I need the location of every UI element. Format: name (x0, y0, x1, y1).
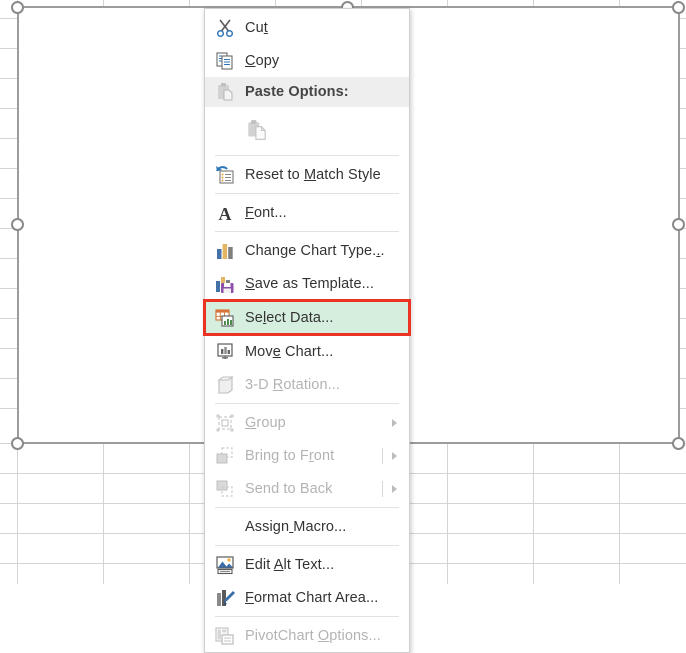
chevron-right-icon (392, 484, 397, 493)
paste-keep-source-icon[interactable] (245, 118, 275, 142)
resize-handle-top-right[interactable] (672, 1, 685, 14)
submenu-divider (382, 447, 383, 464)
svg-text:A: A (219, 204, 232, 224)
menu-separator (215, 545, 399, 546)
menu-separator (215, 616, 399, 617)
menu-item-label: Send to Back (245, 480, 333, 497)
group-icon (205, 406, 245, 439)
menu-item-label: Group (245, 414, 286, 431)
resize-handle-top-left[interactable] (11, 1, 24, 14)
chart-context-menu[interactable]: Cut Copy Paste Options: Reset to Match S… (203, 8, 411, 653)
resize-handle-bottom-left[interactable] (11, 437, 24, 450)
chevron-right-icon (392, 418, 397, 427)
menu-header-label: Paste Options: (245, 84, 349, 100)
copy-icon (205, 44, 245, 77)
menu-item-copy[interactable]: Copy (205, 44, 409, 77)
save-template-icon (205, 267, 245, 300)
menu-item-label: 3-D Rotation... (245, 376, 340, 393)
menu-item-label: Copy (245, 52, 280, 69)
chart-type-icon (205, 234, 245, 267)
menu-item-label: Format Chart Area... (245, 589, 379, 606)
paste-options-gallery[interactable] (205, 107, 409, 153)
menu-item-label: Save as Template... (245, 275, 374, 292)
menu-separator (215, 193, 399, 194)
pivotchart-icon (205, 619, 245, 652)
menu-separator (215, 231, 399, 232)
bring-front-icon (205, 439, 245, 472)
menu-item-select-data[interactable]: Select Data... (203, 299, 411, 336)
menu-separator (215, 155, 399, 156)
send-back-icon (205, 472, 245, 505)
menu-item-label: Font... (245, 204, 287, 221)
menu-item-label: Select Data... (245, 309, 334, 326)
menu-item-edit-alt-text[interactable]: Edit Alt Text... (205, 548, 409, 581)
menu-item-font[interactable]: A Font... (205, 196, 409, 229)
menu-item-label: Move Chart... (245, 343, 334, 360)
menu-item-bring-to-front: Bring to Front (205, 439, 409, 472)
move-chart-icon (205, 335, 245, 368)
menu-item-pivotchart-options: PivotChart Options... (205, 619, 409, 652)
menu-item-label: Cut (245, 19, 268, 36)
menu-item-group: Group (205, 406, 409, 439)
menu-item-format-chart-area[interactable]: Format Chart Area... (205, 581, 409, 614)
select-data-icon (205, 301, 245, 334)
format-chart-icon (205, 581, 245, 614)
menu-item-cut[interactable]: Cut (205, 11, 409, 44)
menu-item-label: Change Chart Type... (245, 242, 385, 259)
reset-style-icon (205, 158, 245, 191)
menu-header-paste-options: Paste Options: (205, 77, 409, 107)
menu-item-label: Edit Alt Text... (245, 556, 335, 573)
menu-item-label: Bring to Front (245, 447, 335, 464)
menu-item-label: Assign Macro... (245, 518, 347, 535)
menu-item-reset-to-match-style[interactable]: Reset to Match Style (205, 158, 409, 191)
menu-item-save-as-template[interactable]: Save as Template... (205, 267, 409, 300)
resize-handle-middle-left[interactable] (11, 218, 24, 231)
no-icon-placeholder (205, 510, 245, 543)
menu-item-3d-rotation: 3-D Rotation... (205, 368, 409, 401)
menu-item-change-chart-type[interactable]: Change Chart Type... (205, 234, 409, 267)
menu-item-send-to-back: Send to Back (205, 472, 409, 505)
chevron-right-icon (392, 451, 397, 460)
menu-item-assign-macro[interactable]: Assign Macro... (205, 510, 409, 543)
menu-separator (215, 507, 399, 508)
menu-item-move-chart[interactable]: Move Chart... (205, 335, 409, 368)
paste-icon (205, 76, 245, 109)
font-icon: A (205, 196, 245, 229)
submenu-divider (382, 480, 383, 497)
rotation-3d-icon (205, 368, 245, 401)
menu-separator (215, 403, 399, 404)
resize-handle-bottom-right[interactable] (672, 437, 685, 450)
menu-item-label: Reset to Match Style (245, 166, 381, 183)
menu-item-label: PivotChart Options... (245, 627, 381, 644)
alt-text-icon (205, 548, 245, 581)
resize-handle-middle-right[interactable] (672, 218, 685, 231)
scissors-icon (205, 11, 245, 44)
